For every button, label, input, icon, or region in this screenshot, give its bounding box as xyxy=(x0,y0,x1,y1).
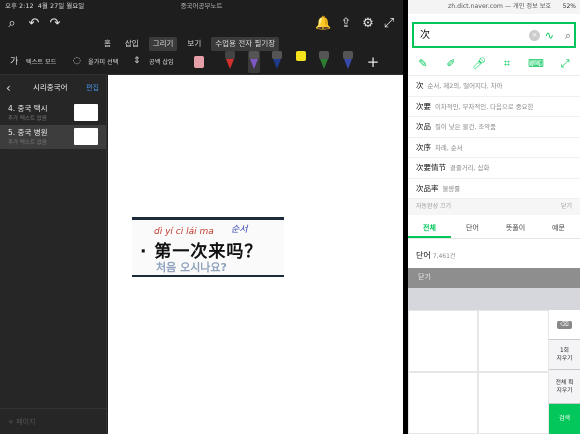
insert-space-button[interactable]: 공백 삽입 xyxy=(149,57,174,69)
pen-navy[interactable] xyxy=(342,51,354,73)
draw-toolbar: 가 텍스트 모드 ◌ 올가미 선택 ⇕ 공백 삽입 + xyxy=(0,51,403,75)
pad-cell[interactable] xyxy=(408,372,478,434)
search-icon[interactable]: ⌕ xyxy=(565,28,571,44)
expand-icon[interactable]: ⤢ xyxy=(558,57,572,71)
sidebar-header: ‹ 시리중국어 편집 xyxy=(0,75,106,101)
text-mode-button[interactable]: 텍스트 모드 xyxy=(26,57,56,69)
backspace-icon: ⌫ xyxy=(557,320,572,329)
tab-examples[interactable]: 예문 xyxy=(537,217,580,238)
pad-cell[interactable] xyxy=(478,372,549,434)
pinyin-text: dì yí cì lái ma xyxy=(154,227,214,237)
pen-purple[interactable] xyxy=(248,51,260,73)
tab-home[interactable]: 홈 xyxy=(100,37,115,51)
page-thumbnail xyxy=(74,128,98,145)
pen-blue[interactable] xyxy=(271,51,283,73)
mic-icon[interactable]: 🎤︎ xyxy=(472,57,486,71)
highlighter-yellow[interactable] xyxy=(295,51,307,73)
autocomplete-off-button[interactable]: 자동완성 끄기 xyxy=(416,203,451,210)
pen-red[interactable] xyxy=(224,51,236,73)
suggestion-item[interactable]: 次 순서, 제2의, 떨어지다, 차아 xyxy=(408,76,580,97)
share-icon[interactable]: ⇪ xyxy=(338,16,354,32)
suggestion-item[interactable]: 次要 이차적인, 부차적인, 다음으로 중요한 xyxy=(408,97,580,117)
lasso-select-button[interactable]: 올가미 선택 xyxy=(88,57,118,69)
pen-green[interactable] xyxy=(318,51,330,73)
page-item[interactable]: 4. 중국 택시 추가 텍스트 없음 xyxy=(0,101,106,125)
expand-icon[interactable]: ⤢ xyxy=(381,16,397,32)
autocomplete-bar: 자동완성 끄기 닫기 xyxy=(408,199,580,215)
tab-draw[interactable]: 그리기 xyxy=(148,37,178,51)
handwritten-note: 순서 xyxy=(231,225,248,235)
pad-cell[interactable] xyxy=(408,310,478,372)
scan-icon[interactable]: ⌗ xyxy=(500,57,514,71)
brush-input-icon[interactable]: ✐ xyxy=(444,57,458,71)
pen-input-icon[interactable]: ✎ xyxy=(416,57,430,71)
edit-button[interactable]: 편집 xyxy=(86,75,99,101)
autocomplete-close-button[interactable]: 닫기 xyxy=(561,199,572,215)
undo-stroke-key[interactable]: 1회 지우기 xyxy=(549,340,580,370)
tab-words[interactable]: 단어 xyxy=(451,217,494,238)
suggestion-list: 次 순서, 제2의, 떨어지다, 차아 次要 이차적인, 부차적인, 다음으로 중요… xyxy=(408,76,580,199)
url-display[interactable]: zh.dict.naver.com — 개인 정보 보호 xyxy=(448,0,551,14)
section-title: 시리중국어 xyxy=(33,83,68,92)
clear-icon[interactable]: × xyxy=(529,30,540,41)
redo-icon[interactable]: ↷ xyxy=(47,16,63,32)
keyboard-icon[interactable]: ⌨ xyxy=(528,57,544,71)
word-count-label: 단어 xyxy=(416,251,431,260)
screen: 오후 2:12 4월 27일 월요일 중국어공부노트 ⌕ ↶ ↷ 🔔 ⇪ ⚙ ⤢… xyxy=(0,0,580,434)
onenote-app: 오후 2:12 4월 27일 월요일 중국어공부노트 ⌕ ↶ ↷ 🔔 ⇪ ⚙ ⤢… xyxy=(0,0,403,434)
suggestion-item[interactable]: 次品 질이 낮은 물건, 조악품 xyxy=(408,117,580,138)
text-mode-icon[interactable]: 가 xyxy=(10,56,18,68)
search-icon[interactable]: ⌕ xyxy=(4,16,20,32)
page-sidebar: ‹ 시리중국어 편집 4. 중국 택시 추가 텍스트 없음 5. 중국 병원 추… xyxy=(0,75,107,434)
search-input[interactable]: 次 xyxy=(420,27,430,45)
add-pen-icon[interactable]: + xyxy=(365,54,381,70)
dictionary-app: zh.dict.naver.com — 개인 정보 보호 52% 次 × ∿ ⌕… xyxy=(408,0,580,434)
chevron-left-icon[interactable]: ‹ xyxy=(6,75,11,101)
ribbon-tabs: 홈 삽입 그리기 보기 수업용 전자 필기장 xyxy=(100,37,280,51)
gear-icon[interactable]: ⚙ xyxy=(360,16,376,32)
suggestion-item[interactable]: 次品率 불량률 xyxy=(408,179,580,199)
tab-class-notebook[interactable]: 수업용 전자 필기장 xyxy=(211,37,280,51)
clear-strokes-key[interactable]: 전체 획 지우기 xyxy=(549,370,580,404)
search-key[interactable]: 검색 xyxy=(549,404,580,434)
suggestion-item[interactable]: 次序 차례, 순서 xyxy=(408,138,580,158)
lasso-icon[interactable]: ◌ xyxy=(73,55,81,67)
tab-insert[interactable]: 삽입 xyxy=(121,37,143,51)
handwriting-pad[interactable]: ⌫ 1회 지우기 전체 획 지우기 검색 xyxy=(408,288,580,434)
safari-status-bar: zh.dict.naver.com — 개인 정보 보호 52% xyxy=(408,0,580,14)
korean-translation: 처음 오시나요? xyxy=(156,261,227,274)
word-count-value: 7,461건 xyxy=(432,253,456,260)
eraser-tool[interactable] xyxy=(193,51,205,73)
word-count: 단어 7,461건 xyxy=(416,250,455,261)
result-tabs: 전체 단어 뜻풀이 예문 xyxy=(408,217,580,239)
backspace-key[interactable]: ⌫ xyxy=(549,310,580,340)
close-handwriting-bar[interactable]: 닫기 xyxy=(408,268,580,288)
page-item-selected[interactable]: 5. 중국 병원 추가 텍스트 없음 xyxy=(0,125,106,149)
tab-all[interactable]: 전체 xyxy=(408,217,451,238)
bell-icon[interactable]: 🔔 xyxy=(315,16,331,32)
insert-space-icon[interactable]: ⇕ xyxy=(133,55,141,67)
suggestion-item[interactable]: 次要情节 곁줄거리, 삽화 xyxy=(408,158,580,179)
note-canvas[interactable]: dì yí cì lái ma 순서 · 第一次来吗？ 처음 오시나요? xyxy=(108,75,403,434)
tab-view[interactable]: 보기 xyxy=(183,37,205,51)
input-mode-row: ✎ ✐ 🎤︎ ⌗ ⌨ ⤢ xyxy=(408,52,580,76)
handwriting-icon[interactable]: ∿ xyxy=(545,28,554,44)
pasted-image[interactable]: dì yí cì lái ma 순서 · 第一次来吗？ 처음 오시나요? xyxy=(132,217,284,277)
search-bar[interactable]: 次 × ∿ ⌕ xyxy=(412,22,576,48)
battery-indicator: 52% xyxy=(562,3,576,10)
undo-icon[interactable]: ↶ xyxy=(26,16,42,32)
top-toolbar: ⌕ ↶ ↷ 🔔 ⇪ ⚙ ⤢ xyxy=(0,10,403,38)
pad-cell[interactable] xyxy=(478,310,549,372)
page-thumbnail xyxy=(74,104,98,121)
tab-meanings[interactable]: 뜻풀이 xyxy=(494,217,537,238)
add-page-button[interactable]: + 페이지 xyxy=(0,408,107,434)
